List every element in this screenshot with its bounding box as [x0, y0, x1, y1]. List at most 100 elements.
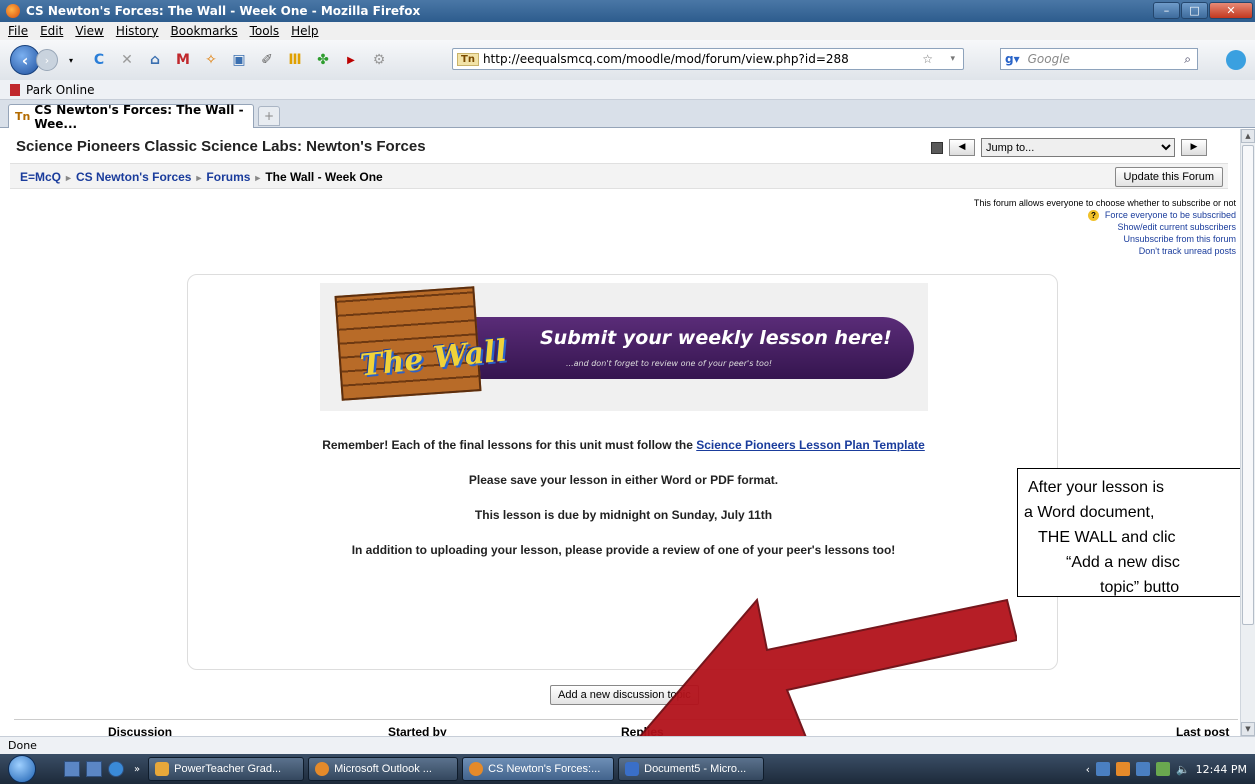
dont-track-link[interactable]: Don't track unread posts: [974, 245, 1236, 257]
taskbar-item-outlook[interactable]: Microsoft Outlook ...: [308, 757, 459, 781]
the-wall-banner: The Wall Submit your weekly lesson here!…: [320, 283, 928, 411]
menu-file[interactable]: File: [8, 24, 28, 38]
help-icon[interactable]: ?: [1087, 210, 1099, 221]
instruction-callout: After your lesson is a Word document, TH…: [1017, 468, 1240, 597]
column-started-by[interactable]: Started by: [388, 725, 447, 736]
scroll-thumb[interactable]: [1242, 145, 1254, 625]
show-subscribers-link[interactable]: Show/edit current subscribers: [974, 221, 1236, 233]
callout-line-1: After your lesson is: [1028, 479, 1165, 496]
search-icon[interactable]: ⌕: [1184, 52, 1191, 67]
breadcrumb-current: The Wall - Week One: [265, 170, 383, 184]
column-replies[interactable]: Replies: [621, 725, 664, 736]
youtube-icon[interactable]: ▶: [342, 51, 360, 69]
addon-icon-4[interactable]: Ⅲ: [286, 51, 304, 69]
show-desktop-icon[interactable]: [64, 761, 80, 777]
menu-edit[interactable]: Edit: [40, 24, 63, 38]
reload-icon[interactable]: C: [90, 51, 108, 69]
breadcrumb-course[interactable]: CS Newton's Forces: [76, 170, 192, 184]
search-placeholder: Google: [1027, 52, 1070, 66]
callout-line-2: a Word document,: [1024, 504, 1155, 521]
menu-tools[interactable]: Tools: [250, 24, 280, 38]
minimize-button[interactable]: –: [1153, 2, 1180, 19]
breadcrumb-home[interactable]: E=McQ: [20, 170, 61, 184]
menu-history[interactable]: History: [116, 24, 159, 38]
skype-icon[interactable]: [1226, 50, 1246, 70]
gmail-icon[interactable]: M: [174, 51, 192, 69]
tray-app-icon-1[interactable]: [1095, 762, 1110, 776]
clock[interactable]: 12:44 PM: [1196, 763, 1247, 776]
home-icon[interactable]: ⌂: [146, 51, 164, 69]
quick-launch-chevron-icon[interactable]: »: [134, 764, 140, 775]
page-title: Science Pioneers Classic Science Labs: N…: [16, 138, 426, 155]
site-identity-icon[interactable]: Tn: [457, 52, 479, 66]
addon-icon-2[interactable]: ▣: [230, 51, 248, 69]
column-discussion[interactable]: Discussion: [108, 725, 172, 736]
window-controls: – □ ✕: [1153, 2, 1253, 19]
bookmark-park-online[interactable]: Park Online: [26, 83, 94, 97]
network-icon[interactable]: [1135, 762, 1150, 776]
next-activity-button[interactable]: ▶: [1181, 139, 1207, 156]
force-subscribe-link[interactable]: ? Force everyone to be subscribed: [974, 209, 1236, 221]
page-content: Science Pioneers Classic Science Labs: N…: [0, 129, 1240, 736]
tray-app-icon-3[interactable]: [1155, 762, 1170, 776]
new-tab-button[interactable]: +: [258, 106, 280, 126]
add-discussion-topic-button[interactable]: Add a new discussion topic: [550, 685, 699, 705]
callout-line-3: THE WALL and clic: [1038, 529, 1176, 546]
maximize-button[interactable]: □: [1181, 2, 1208, 19]
jump-to-select[interactable]: Jump to...: [981, 138, 1175, 157]
close-button[interactable]: ✕: [1209, 2, 1253, 19]
dropdown-history-icon[interactable]: ▾: [62, 51, 80, 69]
prev-activity-button[interactable]: ◀: [949, 139, 975, 156]
forum-intro-box: The Wall Submit your weekly lesson here!…: [187, 274, 1058, 670]
course-header: Science Pioneers Classic Science Labs: N…: [0, 129, 1240, 163]
bookmark-park-icon: [10, 83, 20, 96]
url-text: http://eequalsmcq.com/moodle/mod/forum/v…: [482, 52, 849, 66]
callout-line-4: “Add a new disc: [1066, 554, 1180, 571]
breadcrumb: E=McQ ► CS Newton's Forces ► Forums ► The Wall…: [20, 170, 383, 184]
addon-icon-3[interactable]: ✐: [258, 51, 276, 69]
scroll-down-button[interactable]: ▼: [1241, 722, 1255, 736]
tray-expand-icon[interactable]: ‹: [1086, 763, 1090, 776]
url-bar[interactable]: Tn http://eequalsmcq.com/moodle/mod/foru…: [452, 48, 964, 70]
menu-help[interactable]: Help: [291, 24, 318, 38]
column-last-post[interactable]: Last post: [1176, 725, 1229, 736]
tab-strip: Tn CS Newton's Forces: The Wall - Wee...…: [0, 100, 1255, 131]
firefox-icon: [6, 4, 20, 18]
taskbar-item-firefox[interactable]: CS Newton's Forces:...: [462, 757, 615, 781]
url-dropdown-icon[interactable]: ▾: [950, 54, 955, 64]
tab-favicon-icon: Tn: [15, 110, 31, 123]
banner-headline: Submit your weekly lesson here!: [540, 327, 892, 349]
forward-button[interactable]: ›: [36, 49, 58, 71]
stop-icon[interactable]: ✕: [118, 51, 136, 69]
addon-icon-1[interactable]: ✧: [202, 51, 220, 69]
tab-active[interactable]: Tn CS Newton's Forces: The Wall - Wee...: [8, 103, 254, 131]
lesson-template-link[interactable]: Science Pioneers Lesson Plan Template: [696, 438, 925, 452]
internet-explorer-icon[interactable]: [108, 761, 124, 777]
page-scrollbar[interactable]: ▲ ▼: [1240, 129, 1255, 736]
taskbar-item-powerteacher[interactable]: PowerTeacher Grad...: [148, 757, 305, 781]
start-button[interactable]: [4, 754, 44, 784]
tray-app-icon-2[interactable]: [1115, 762, 1130, 776]
gear-icon[interactable]: ⚙: [370, 51, 388, 69]
search-engine-icon[interactable]: g▾: [1005, 52, 1020, 66]
unsubscribe-link[interactable]: Unsubscribe from this forum: [974, 233, 1236, 245]
navigation-block-icon[interactable]: [931, 141, 943, 154]
intro-line-2: Please save your lesson in either Word o…: [468, 473, 779, 487]
taskbar-item-word[interactable]: Document5 - Micro...: [618, 757, 765, 781]
search-input[interactable]: g▾ Google ⌕: [1000, 48, 1198, 70]
subscription-info: This forum allows everyone to choose whe…: [973, 198, 1236, 208]
menu-bookmarks[interactable]: Bookmarks: [171, 24, 238, 38]
intro-line-1: Remember! Each of the final lessons for …: [322, 438, 925, 452]
menu-bar: File Edit View History Bookmarks Tools H…: [0, 22, 1255, 40]
addon-icon-5[interactable]: ✤: [314, 51, 332, 69]
navigation-toolbar: ‹ › ▾ C ✕ ⌂ M ✧ ▣ ✐ Ⅲ ✤ ▶ ⚙ Tn http://ee…: [0, 40, 1255, 80]
breadcrumb-forums[interactable]: Forums: [206, 170, 250, 184]
window-titlebar: CS Newton's Forces: The Wall - Week One …: [0, 0, 1255, 22]
volume-icon[interactable]: 🔈: [1176, 763, 1190, 776]
menu-view[interactable]: View: [75, 24, 103, 38]
system-tray: ‹ 🔈 12:44 PM: [1055, 754, 1255, 784]
update-forum-button[interactable]: Update this Forum: [1114, 167, 1223, 187]
switch-windows-icon[interactable]: [86, 761, 102, 777]
bookmark-star-icon[interactable]: ☆: [922, 52, 933, 66]
scroll-up-button[interactable]: ▲: [1241, 129, 1255, 143]
